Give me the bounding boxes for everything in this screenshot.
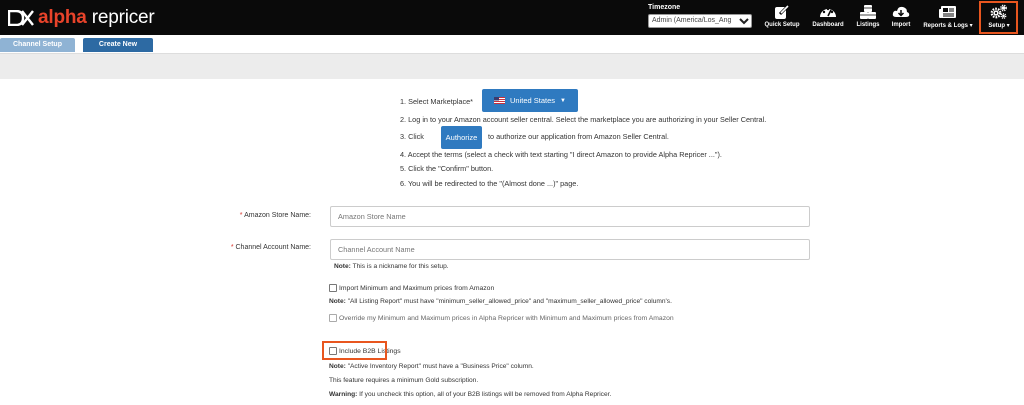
import-minmax-checkbox[interactable] <box>329 284 337 292</box>
newspaper-icon <box>939 6 956 18</box>
tab-channel-setup[interactable]: Channel Setup <box>0 38 75 52</box>
step-1-text: 1. Select Marketplace* <box>400 97 474 106</box>
step-3-prefix: 3. Click <box>400 132 424 141</box>
step-4-text: 4. Accept the terms (select a check with… <box>400 150 722 159</box>
account-name-label: * Channel Account Name: <box>230 244 311 251</box>
tab-create-new[interactable]: Create New <box>83 38 153 52</box>
nav-listings[interactable]: Listings <box>853 3 883 33</box>
timezone-value: Admin (America/Los_Ang <box>652 17 732 24</box>
listing-report-note: Note: "All Listing Report" must have "mi… <box>329 298 672 305</box>
step-5-text: 5. Click the "Confirm" button. <box>400 164 494 173</box>
step-6-text: 6. You will be redirected to the "(Almos… <box>400 179 579 188</box>
account-name-input[interactable] <box>330 239 810 260</box>
logo-alpha-text: alpha <box>38 7 87 28</box>
nav-dashboard-label: Dashboard <box>812 22 844 28</box>
nav-reports-logs[interactable]: Reports & Logs ▾ <box>920 3 976 33</box>
dashboard-gauge-icon <box>820 7 836 17</box>
nav-reports-logs-label: Reports & Logs ▾ <box>923 23 973 29</box>
us-flag-icon <box>494 97 505 104</box>
step-3-suffix: to authorize our application from Amazon… <box>488 132 669 141</box>
store-name-input[interactable] <box>330 206 810 227</box>
logo[interactable]: alpha repricer <box>8 7 155 29</box>
store-name-label: * Amazon Store Name: <box>239 212 311 219</box>
step-2-text: 2. Log in to your Amazon account seller … <box>400 115 767 124</box>
timezone-select[interactable]: Admin (America/Los_Ang <box>648 14 752 28</box>
caret-down-icon: ▼ <box>560 97 566 104</box>
cloud-download-icon <box>892 6 910 17</box>
nav-import-label: Import <box>891 22 911 28</box>
logo-repricer-text: repricer <box>86 7 155 28</box>
override-minmax-label: Override my Minimum and Maximum prices i… <box>339 314 674 322</box>
cubes-icon <box>860 5 876 19</box>
nav-quick-setup-label: Quick Setup <box>764 22 800 28</box>
nav-dashboard[interactable]: Dashboard <box>809 3 847 33</box>
nav-listings-label: Listings <box>856 22 880 28</box>
logo-mark-icon <box>8 10 34 26</box>
timezone-label: Timezone <box>648 4 681 11</box>
b2b-warning-note: Warning: If you uncheck this option, all… <box>329 391 612 398</box>
nav-quick-setup[interactable]: Quick Setup <box>762 3 802 33</box>
toolbar-strip <box>0 53 1024 79</box>
authorize-button[interactable]: Authorize <box>441 126 482 149</box>
timezone-group: Timezone Admin (America/Los_Ang <box>648 4 752 28</box>
setup-highlight-box <box>979 1 1018 34</box>
marketplace-value: United States <box>510 96 556 105</box>
nickname-note: Note: This is a nickname for this setup. <box>334 263 449 270</box>
import-minmax-row[interactable]: Import Minimum and Maximum prices from A… <box>329 284 494 292</box>
tab-row: Channel Setup Create New <box>0 35 1024 53</box>
b2b-note: Note: "Active Inventory Report" must hav… <box>329 363 534 370</box>
override-minmax-row[interactable]: Override my Minimum and Maximum prices i… <box>329 314 674 322</box>
override-minmax-checkbox[interactable] <box>329 314 337 322</box>
import-minmax-label: Import Minimum and Maximum prices from A… <box>339 284 495 292</box>
gold-subscription-note: This feature requires a minimum Gold sub… <box>329 377 479 384</box>
chevron-down-icon <box>739 18 749 25</box>
nav-import[interactable]: Import <box>886 3 916 33</box>
marketplace-dropdown[interactable]: United States ▼ <box>482 89 578 112</box>
top-header: alpha repricer Timezone Admin (America/L… <box>0 0 1024 35</box>
edit-icon <box>775 4 790 19</box>
b2b-highlight-box <box>322 341 387 360</box>
